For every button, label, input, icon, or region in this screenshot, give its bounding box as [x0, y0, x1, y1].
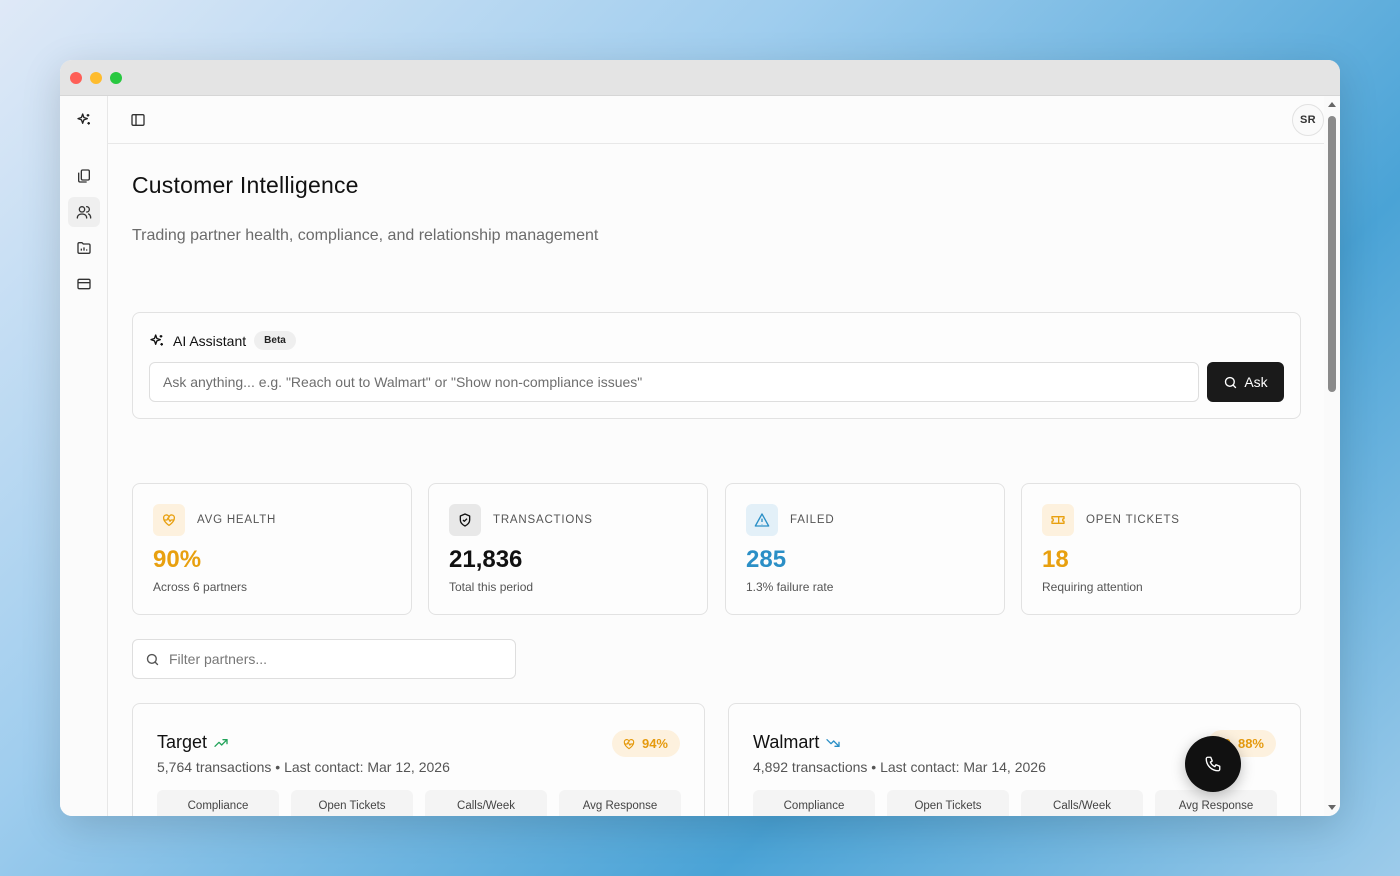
stat-card-avg-health: AVG HEALTH 90% Across 6 partners	[132, 483, 412, 615]
stat-label: FAILED	[790, 514, 835, 526]
metric-compliance: Compliance	[753, 790, 875, 816]
ask-button-label: Ask	[1244, 374, 1268, 390]
ticket-icon	[1051, 516, 1065, 524]
folder-chart-icon	[77, 242, 91, 254]
stat-note: 1.3% failure rate	[746, 580, 834, 594]
users-icon	[76, 206, 92, 219]
heart-pulse-icon	[163, 514, 175, 526]
credit-card-icon	[77, 278, 91, 290]
stat-card-failed: FAILED 285 1.3% failure rate	[725, 483, 1005, 615]
metric-calls-week: Calls/Week	[425, 790, 547, 816]
beta-badge: Beta	[254, 331, 296, 350]
stat-label: AVG HEALTH	[197, 514, 277, 526]
shield-check-icon	[459, 513, 471, 527]
search-icon	[1225, 376, 1237, 388]
ask-button[interactable]: Ask	[1207, 362, 1284, 402]
page-title: Customer Intelligence	[132, 172, 359, 198]
metric-calls-week: Calls/Week	[1021, 790, 1143, 816]
scrollbar-thumb[interactable]	[1328, 116, 1336, 392]
warning-triangle-icon	[754, 513, 770, 527]
sidebar-item-customers[interactable]	[68, 197, 100, 227]
maximize-window-button[interactable]	[110, 72, 122, 84]
metric-open-tickets: Open Tickets	[887, 790, 1009, 816]
metric-avg-response: Avg Response	[559, 790, 681, 816]
ai-assistant-card: AI Assistant Beta Ask	[132, 312, 1301, 419]
documents-icon	[78, 169, 90, 183]
stat-icon-box	[1042, 504, 1074, 536]
stat-value: 285	[746, 546, 787, 573]
stat-card-open-tickets: OPEN TICKETS 18 Requiring attention	[1021, 483, 1301, 615]
stat-value: 21,836	[449, 546, 523, 573]
sidebar-item-documents[interactable]	[68, 161, 100, 191]
sidebar-item-reports[interactable]	[68, 233, 100, 263]
call-button[interactable]	[1185, 736, 1241, 792]
metric-avg-response: Avg Response	[1155, 790, 1277, 816]
trend-up-icon	[214, 738, 228, 747]
app-logo-sparkles-icon[interactable]	[68, 105, 100, 135]
partner-card-target[interactable]: Target 5,764 transactions • Last contact…	[132, 703, 705, 816]
heart-pulse-icon	[623, 738, 635, 749]
stat-icon-box	[746, 504, 778, 536]
stat-label: OPEN TICKETS	[1086, 514, 1180, 526]
partner-name: Target	[157, 732, 208, 752]
phone-icon	[1205, 756, 1221, 772]
search-icon	[146, 653, 159, 666]
stats-row: AVG HEALTH 90% Across 6 partners TRANSAC…	[132, 483, 1301, 615]
sparkles-icon	[150, 333, 163, 346]
stat-note: Across 6 partners	[153, 580, 248, 594]
stat-value: 18	[1042, 546, 1069, 573]
health-value: 88%	[1237, 736, 1264, 751]
ai-question-input[interactable]	[149, 362, 1199, 402]
health-value: 94%	[641, 736, 668, 751]
stat-note: Requiring attention	[1042, 580, 1143, 594]
top-bar: SR	[108, 96, 1324, 144]
stat-label: TRANSACTIONS	[493, 514, 593, 526]
stat-icon-box	[153, 504, 185, 536]
sidebar-item-billing[interactable]	[68, 269, 100, 299]
stat-note: Total this period	[449, 580, 534, 594]
stat-icon-box	[449, 504, 481, 536]
vertical-scrollbar[interactable]	[1324, 96, 1340, 816]
main-content: SR Customer Intelligence Trading partner…	[108, 96, 1324, 816]
health-badge: 94%	[611, 730, 680, 757]
minimize-window-button[interactable]	[90, 72, 102, 84]
page-subtitle: Trading partner health, compliance, and …	[132, 227, 599, 244]
scroll-down-arrow-icon[interactable]	[1328, 805, 1336, 810]
title-bar	[60, 60, 1340, 96]
metric-open-tickets: Open Tickets	[291, 790, 413, 816]
ai-assistant-title: AI Assistant	[173, 332, 247, 349]
partner-meta: 4,892 transactions • Last contact: Mar 1…	[753, 759, 1046, 775]
filter-partners-input[interactable]	[169, 640, 509, 678]
trend-down-icon	[826, 738, 841, 747]
sidebar-toggle-icon[interactable]	[130, 112, 146, 128]
close-window-button[interactable]	[70, 72, 82, 84]
partner-filter	[132, 639, 516, 679]
stat-card-transactions: TRANSACTIONS 21,836 Total this period	[428, 483, 708, 615]
icon-sidebar	[60, 96, 108, 816]
scroll-up-arrow-icon[interactable]	[1328, 102, 1336, 107]
metric-compliance: Compliance	[157, 790, 279, 816]
app-window: SR Customer Intelligence Trading partner…	[60, 60, 1340, 816]
stat-value: 90%	[153, 546, 202, 573]
user-avatar[interactable]: SR	[1292, 104, 1324, 136]
partner-meta: 5,764 transactions • Last contact: Mar 1…	[157, 759, 450, 775]
partner-name: Walmart	[753, 732, 820, 752]
